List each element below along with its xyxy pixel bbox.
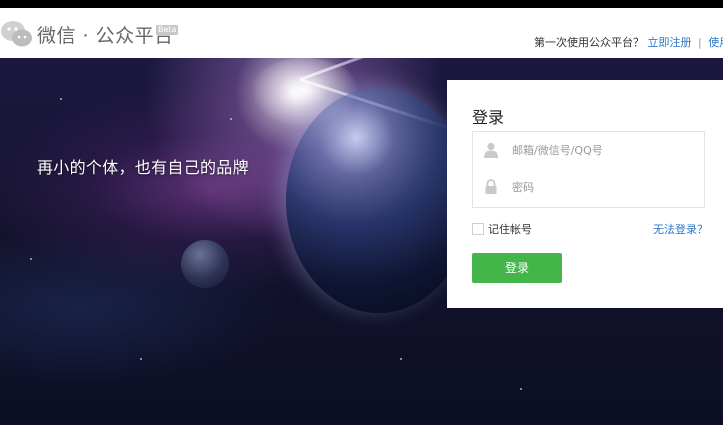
star [30, 258, 32, 260]
password-field[interactable] [472, 169, 705, 208]
cant-login-link[interactable]: 无法登录？ [653, 221, 708, 237]
account-input[interactable] [512, 132, 698, 168]
header-links: 第一次使用公众平台？ 立即注册 | 使用帮助 [534, 34, 723, 50]
planet-image [286, 88, 471, 313]
login-title: 登录 [472, 108, 505, 127]
first-time-prompt: 第一次使用公众平台？ [534, 36, 644, 49]
top-bar [0, 0, 723, 8]
star [230, 118, 232, 120]
link-separator: | [698, 36, 702, 49]
help-link[interactable]: 使用帮助 [708, 36, 723, 49]
brand-title[interactable]: 微信 · 公众平台 [37, 21, 174, 48]
slogan-text: 再小的个体，也有自己的品牌 [37, 158, 249, 177]
header: 微信 · 公众平台 Beta 第一次使用公众平台？ 立即注册 | 使用帮助 [0, 8, 723, 59]
register-link[interactable]: 立即注册 [648, 36, 692, 49]
star [400, 358, 402, 360]
beta-badge: Beta [156, 25, 179, 35]
star [60, 98, 62, 100]
wechat-logo-icon[interactable] [0, 20, 34, 50]
remember-checkbox[interactable] [472, 223, 484, 235]
remember-account[interactable]: 记住帐号 [472, 221, 532, 237]
login-button[interactable]: 登录 [472, 253, 562, 283]
star [520, 388, 522, 390]
password-input[interactable] [512, 169, 698, 205]
user-icon [484, 142, 498, 158]
account-field[interactable] [472, 131, 705, 171]
remember-label[interactable]: 记住帐号 [488, 223, 532, 236]
star [140, 358, 142, 360]
moon-image [181, 240, 229, 288]
login-panel: 登录 记住帐号 无法登录？ 登录 [447, 80, 723, 308]
lock-icon [485, 179, 497, 194]
